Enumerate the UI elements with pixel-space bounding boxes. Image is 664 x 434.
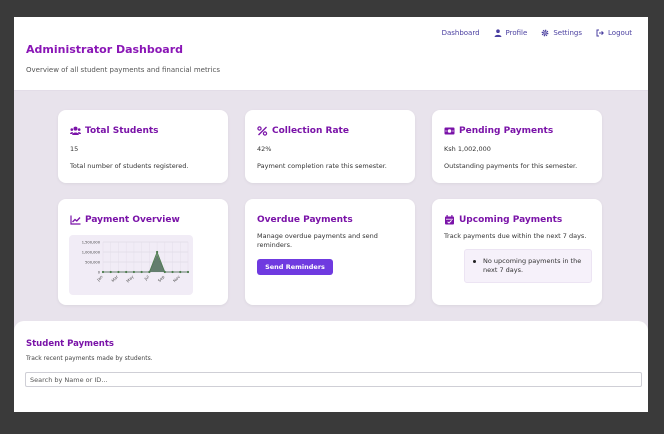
logout-icon: [596, 29, 604, 37]
upcoming-payments-list: No upcoming payments in the next 7 days.: [464, 249, 592, 283]
chart-x-tick-label: Jul: [142, 274, 150, 282]
page-header: Administrator Dashboard Overview of all …: [14, 17, 648, 91]
card-upcoming-payments: Upcoming Payments Track payments due wit…: [432, 199, 602, 305]
student-payments-subtitle: Track recent payments made by students.: [26, 355, 153, 362]
nav-profile[interactable]: Profile: [494, 29, 528, 37]
chart-data-point: [163, 270, 166, 274]
chart-data-point: [155, 250, 159, 254]
chart-x-tick-label: Nov: [172, 274, 182, 284]
chart-x-tick-label: May: [125, 274, 135, 284]
student-payments-title: Student Payments: [26, 339, 114, 349]
card-payment-overview: Payment Overview 1,500,000 1,000,000 500,0…: [58, 199, 228, 305]
chart-data-point: [125, 270, 128, 274]
chart-data-point: [179, 270, 182, 274]
pending-payments-desc: Outstanding payments for this semester.: [444, 162, 578, 170]
nav-dashboard[interactable]: Dashboard: [442, 29, 480, 37]
payment-chart-svg: 1,500,0001,000,000500,0000Jan Mar May Jul Se…: [82, 241, 190, 284]
chart-series-line: [103, 255, 188, 273]
overdue-payments-desc: Manage overdue payments and send reminde…: [257, 232, 378, 249]
chart-data-point: [109, 270, 112, 274]
nav-logout[interactable]: Logout: [596, 29, 632, 37]
student-payments-panel: Student Payments Track recent payments m…: [14, 321, 648, 412]
chart-data-point: [140, 270, 143, 274]
chart-data-point: [186, 270, 190, 274]
chart-x-tick-label: Mar: [110, 274, 119, 283]
chart-y-tick-label: 500,000: [85, 261, 101, 265]
users-icon: [70, 126, 81, 136]
upcoming-payments-desc: Track payments due within the next 7 day…: [444, 232, 587, 240]
chart-y-tick-label: 1,000,000: [82, 251, 101, 255]
nav-settings-label: Settings: [553, 29, 583, 37]
user-icon: [494, 29, 502, 37]
search-input[interactable]: [25, 372, 642, 387]
list-bullet: [473, 260, 476, 263]
top-nav: Dashboard Profile Settings Logout: [442, 29, 632, 37]
card-total-students-label: Total Students: [85, 126, 159, 136]
total-students-desc: Total number of students registered.: [70, 162, 189, 170]
chart-data-point: [171, 270, 174, 274]
card-pending-payments-title: Pending Payments: [444, 126, 553, 136]
page-subtitle: Overview of all student payments and fin…: [26, 66, 221, 74]
collection-rate-value: 42%: [257, 145, 272, 153]
card-overdue-payments-label: Overdue Payments: [257, 215, 353, 225]
send-reminders-button[interactable]: Send Reminders: [257, 259, 333, 275]
money-icon: [444, 126, 455, 136]
nav-logout-label: Logout: [608, 29, 632, 37]
chart-y-tick-label: 1,500,000: [82, 241, 101, 245]
card-total-students-title: Total Students: [70, 126, 159, 136]
upcoming-empty-message: No upcoming payments in the next 7 days.: [483, 257, 582, 274]
card-payment-overview-title: Payment Overview: [70, 215, 180, 225]
chart-series-area: [103, 256, 188, 272]
nav-profile-label: Profile: [505, 29, 528, 37]
nav-settings[interactable]: Settings: [541, 29, 582, 37]
card-collection-rate-label: Collection Rate: [272, 126, 349, 136]
gear-icon: [541, 29, 549, 37]
chart-data-point: [132, 270, 136, 274]
calendar-icon: [444, 215, 455, 225]
page-title: Administrator Dashboard: [26, 43, 184, 56]
app-window: Administrator Dashboard Overview of all …: [14, 17, 648, 412]
total-students-value: 15: [70, 145, 79, 153]
pending-payments-value: Ksh 1,002,000: [444, 145, 491, 153]
card-upcoming-payments-title: Upcoming Payments: [444, 215, 562, 225]
card-collection-rate-title: Collection Rate: [257, 126, 349, 136]
chart-x-tick-label: Jan: [95, 274, 104, 283]
chart-data-point: [101, 270, 105, 274]
chart-data-point: [148, 270, 151, 274]
card-overdue-payments: Overdue Payments Manage overdue payments…: [245, 199, 415, 305]
nav-dashboard-label: Dashboard: [441, 29, 480, 37]
card-pending-payments-label: Pending Payments: [459, 126, 554, 136]
card-total-students: Total Students 15 Total number of studen…: [58, 110, 228, 183]
card-pending-payments: Pending Payments Ksh 1,002,000 Outstandi…: [432, 110, 602, 183]
chart-line-icon: [70, 215, 81, 225]
card-overdue-payments-title: Overdue Payments: [257, 215, 353, 225]
card-collection-rate: Collection Rate 42% Payment completion r…: [245, 110, 415, 183]
card-payment-overview-label: Payment Overview: [85, 215, 180, 225]
collection-rate-desc: Payment completion rate this semester.: [257, 162, 387, 170]
payment-overview-chart: 1,500,000 1,000,000 500,000 0 Jan Mar May Jul Se…: [69, 235, 193, 295]
percent-icon: [257, 126, 268, 136]
card-upcoming-payments-label: Upcoming Payments: [459, 215, 563, 225]
chart-data-point: [117, 270, 120, 274]
chart-x-tick-label: Sep: [157, 274, 166, 283]
